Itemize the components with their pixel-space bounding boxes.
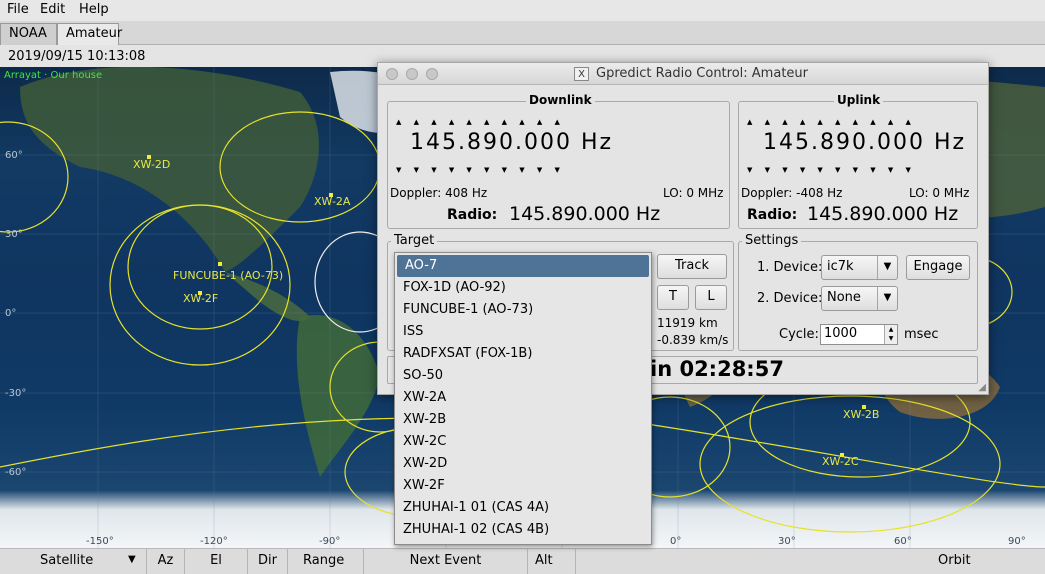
dropdown-item[interactable]: XW-2F: [395, 475, 651, 497]
window-title: Gpredict Radio Control: Amateur: [596, 66, 808, 81]
column-satellite[interactable]: Satellite ▼: [0, 549, 147, 574]
uplink-radio-freq: 145.890.000 Hz: [807, 203, 959, 225]
device2-label: 2. Device:: [757, 291, 823, 306]
cycle-label: Cycle:: [779, 327, 819, 342]
menu-help[interactable]: Help: [79, 2, 109, 17]
t-button[interactable]: T: [657, 285, 689, 310]
dropdown-item[interactable]: XW-2D: [395, 453, 651, 475]
downlink-radio-freq: 145.890.000 Hz: [509, 203, 661, 225]
downlink-freq[interactable]: 145.890.000 Hz: [410, 130, 613, 155]
engage-button[interactable]: Engage: [906, 255, 970, 280]
column-dir[interactable]: Dir: [248, 549, 288, 574]
dropdown-item[interactable]: ZHUHAI-1 02 (CAS 4B): [395, 519, 651, 541]
column-alt[interactable]: Alt: [528, 549, 576, 574]
minimize-window-button[interactable]: [406, 68, 418, 80]
column-orbit[interactable]: Orbit: [576, 549, 1045, 574]
column-el[interactable]: El: [185, 549, 248, 574]
dropdown-item[interactable]: ISS: [395, 321, 651, 343]
dropdown-item[interactable]: XW-2A: [395, 387, 651, 409]
x11-icon: X: [574, 67, 589, 81]
dropdown-item[interactable]: XW-2B: [395, 409, 651, 431]
resize-grip-icon[interactable]: ◢: [978, 382, 986, 393]
uplink-radio-label: Radio:: [747, 207, 798, 223]
track-button[interactable]: Track: [657, 254, 727, 279]
downlink-doppler: Doppler: 408 Hz: [390, 186, 488, 200]
lat-label: -30°: [5, 388, 27, 399]
target-range: 11919 km: [657, 316, 718, 330]
uplink-doppler: Doppler: -408 Hz: [741, 186, 843, 200]
menu-bar: File Edit Help: [0, 0, 1045, 21]
settings-title: Settings: [742, 233, 802, 248]
lat-label: 60°: [5, 150, 23, 161]
device1-select[interactable]: ic7k ▼: [821, 255, 898, 280]
dropdown-item[interactable]: AO-7: [397, 255, 649, 277]
window-titlebar[interactable]: X Gpredict Radio Control: Amateur: [378, 63, 988, 85]
l-button[interactable]: L: [695, 285, 727, 310]
event-countdown: in 02:28:57: [650, 357, 784, 381]
dropdown-item[interactable]: SO-50: [395, 365, 651, 387]
cycle-spinner[interactable]: 1000 ▲ ▼: [820, 324, 898, 345]
freq-up-arrows[interactable]: ▲ ▲ ▲ ▲ ▲ ▲ ▲ ▲ ▲ ▲: [396, 118, 560, 126]
device1-label: 1. Device:: [757, 260, 823, 275]
lat-label: -60°: [5, 467, 27, 478]
lat-label: 30°: [5, 229, 23, 240]
chevron-down-icon: ▼: [877, 287, 897, 310]
dropdown-item[interactable]: ZHUHAI-1 01 (CAS 4A): [395, 497, 651, 519]
lat-label: 0°: [5, 308, 17, 319]
lon-label: -150°: [86, 536, 114, 547]
device2-select[interactable]: None ▼: [821, 286, 898, 311]
column-az[interactable]: Az: [147, 549, 185, 574]
uplink-lo: LO: 0 MHz: [909, 186, 970, 200]
zoom-window-button[interactable]: [426, 68, 438, 80]
chevron-down-icon: ▼: [128, 554, 136, 565]
lon-label: -90°: [319, 536, 341, 547]
lon-label: 60°: [894, 536, 912, 547]
satellite-list-header: Satellite ▼ Az El Dir Range Next Event A…: [0, 548, 1045, 574]
module-tabs: NOAA Amateur: [0, 21, 1045, 45]
sat-label-xw-2b[interactable]: XW-2B: [843, 408, 879, 421]
sat-label-funcube[interactable]: FUNCUBE-1 (AO-73): [173, 269, 283, 282]
target-satellite-dropdown[interactable]: AO-7 FOX-1D (AO-92) FUNCUBE-1 (AO-73) IS…: [394, 252, 652, 545]
column-range[interactable]: Range: [288, 549, 364, 574]
sat-label-xw-2d[interactable]: XW-2D: [133, 158, 170, 171]
dropdown-item[interactable]: RADFXSAT (FOX-1B): [395, 343, 651, 365]
downlink-title: Downlink: [526, 93, 595, 107]
freq-down-arrows[interactable]: ▼ ▼ ▼ ▼ ▼ ▼ ▼ ▼ ▼ ▼: [747, 166, 911, 174]
landmass-south-america: [296, 315, 380, 477]
target-range-rate: -0.839 km/s: [657, 333, 729, 347]
menu-edit[interactable]: Edit: [40, 2, 65, 17]
dropdown-item[interactable]: FOX-1D (AO-92): [395, 277, 651, 299]
lon-label: 90°: [1008, 536, 1026, 547]
tab-amateur[interactable]: Amateur: [57, 23, 122, 45]
current-datetime: 2019/09/15 10:13:08: [8, 49, 146, 64]
downlink-radio-label: Radio:: [447, 207, 498, 223]
uplink-freq[interactable]: 145.890.000 Hz: [763, 130, 966, 155]
lon-label: 0°: [670, 536, 682, 547]
uplink-frame: Uplink ▲ ▲ ▲ ▲ ▲ ▲ ▲ ▲ ▲ ▲ 145.890.000 H…: [738, 93, 978, 229]
ground-station-label: Arrayat · Our house: [4, 70, 103, 81]
sat-label-xw-2c[interactable]: XW-2C: [822, 455, 859, 468]
downlink-lo: LO: 0 MHz: [663, 186, 724, 200]
target-title: Target: [391, 233, 438, 248]
cycle-unit: msec: [904, 327, 939, 342]
menu-file[interactable]: File: [7, 2, 29, 17]
lon-label: -120°: [200, 536, 228, 547]
sat-label-xw-2f[interactable]: XW-2F: [183, 292, 218, 305]
tab-noaa[interactable]: NOAA: [0, 23, 57, 45]
sat-label-xw-2a[interactable]: XW-2A: [314, 195, 350, 208]
lon-label: 30°: [778, 536, 796, 547]
settings-frame: Settings 1. Device: ic7k ▼ Engage 2. Dev…: [738, 233, 978, 351]
chevron-down-icon: ▼: [877, 256, 897, 279]
column-next-event[interactable]: Next Event: [364, 549, 528, 574]
dropdown-item[interactable]: FUNCUBE-1 (AO-73): [395, 299, 651, 321]
uplink-title: Uplink: [834, 93, 884, 107]
freq-down-arrows[interactable]: ▼ ▼ ▼ ▼ ▼ ▼ ▼ ▼ ▼ ▼: [396, 166, 560, 174]
close-window-button[interactable]: [386, 68, 398, 80]
downlink-frame: Downlink ▲ ▲ ▲ ▲ ▲ ▲ ▲ ▲ ▲ ▲ 145.890.000…: [387, 93, 730, 229]
spinner-arrows-icon[interactable]: ▲ ▼: [884, 325, 897, 344]
dropdown-item[interactable]: XW-2C: [395, 431, 651, 453]
freq-up-arrows[interactable]: ▲ ▲ ▲ ▲ ▲ ▲ ▲ ▲ ▲ ▲: [747, 118, 911, 126]
